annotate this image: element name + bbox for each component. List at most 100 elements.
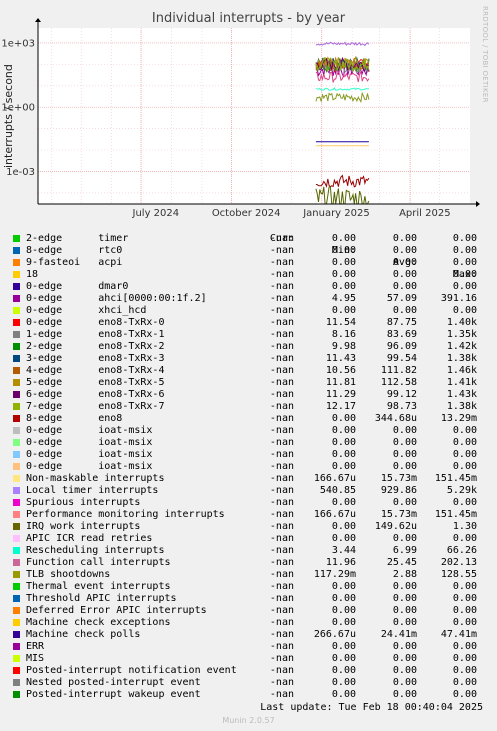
legend-max: 1.46k <box>446 365 477 376</box>
legend-row: Nested posted-interrupt event -nan 0.00 0.0… <box>0 677 497 689</box>
legend-swatch <box>13 451 20 458</box>
legend-max: 13.29m <box>440 413 477 424</box>
y-axis-arrow <box>35 18 41 22</box>
legend-name: Posted-interrupt wakeup event <box>26 689 201 700</box>
legend-swatch <box>13 475 20 482</box>
legend-max: 0.00 <box>452 257 477 268</box>
legend-cur: -nan <box>269 545 294 556</box>
plot-area <box>38 28 470 204</box>
legend-avg: 0.00 <box>392 461 417 472</box>
legend-min: 0.00 <box>331 437 356 448</box>
legend-max: 0.00 <box>452 677 477 688</box>
legend-swatch <box>13 307 20 314</box>
legend-max: 5.29k <box>446 485 477 496</box>
x-tick-label: October 2024 <box>212 208 281 219</box>
legend-name: 2-edge timer <box>26 233 129 244</box>
legend-avg: 99.12 <box>386 389 417 400</box>
legend-name: 0-edge ioat-msix <box>26 461 153 472</box>
legend-cur: -nan <box>269 557 294 568</box>
legend-min: 0.00 <box>331 413 356 424</box>
legend-name: Machine check polls <box>26 629 141 640</box>
legend-cur: -nan <box>269 617 294 628</box>
legend-min: 0.00 <box>331 689 356 700</box>
legend-name: 0-edge xhci_hcd <box>26 305 147 316</box>
legend-swatch <box>13 643 20 650</box>
legend-min: 11.96 <box>325 557 356 568</box>
legend-row: 0-edge ioat-msix -nan 0.00 0.00 0.00 <box>0 461 497 473</box>
legend-avg: 83.69 <box>386 329 417 340</box>
legend-swatch <box>13 607 20 614</box>
x-tick-label: April 2025 <box>399 208 450 219</box>
legend-cur: -nan <box>269 569 294 580</box>
legend-row: Machine check polls -nan 266.67u 24.41m 47.4… <box>0 629 497 641</box>
legend-name: APIC ICR read retries <box>26 533 153 544</box>
legend-max: 1.30 <box>452 521 477 532</box>
legend-swatch <box>13 535 20 542</box>
legend-min: 0.00 <box>331 461 356 472</box>
legend-max: 0.00 <box>452 281 477 292</box>
legend-max: 391.16 <box>440 293 477 304</box>
legend-cur: -nan <box>269 377 294 388</box>
legend-row: APIC ICR read retries -nan 0.00 0.00 0.00 <box>0 533 497 545</box>
legend-min: 0.00 <box>331 677 356 688</box>
legend-swatch <box>13 235 20 242</box>
legend-swatch <box>13 571 20 578</box>
legend-row: Threshold APIC interrupts -nan 0.00 0.00 0.0… <box>0 593 497 605</box>
legend-max: 0.00 <box>452 533 477 544</box>
legend-cur: -nan <box>269 413 294 424</box>
legend-avg: 0.00 <box>392 269 417 280</box>
legend-cur: -nan <box>269 341 294 352</box>
legend-avg: 0.00 <box>392 257 417 268</box>
legend-row: 18 -nan 0.00 0.00 0.00 <box>0 269 497 281</box>
legend-row: Spurious interrupts -nan 0.00 0.00 0.00 <box>0 497 497 509</box>
legend-row: Non-maskable interrupts -nan 166.67u 15.73m… <box>0 473 497 485</box>
legend-max: 47.41m <box>440 629 477 640</box>
legend-cur: -nan <box>269 533 294 544</box>
y-tick-label: 1e+00 <box>1 103 35 114</box>
legend-cur: -nan <box>269 353 294 364</box>
legend-header: Cur: Min: Avg: Max: <box>0 221 497 280</box>
legend-cur: -nan <box>269 245 294 256</box>
legend-swatch <box>13 595 20 602</box>
legend-cur: -nan <box>269 497 294 508</box>
y-tick-label: 1e-03 <box>6 167 35 178</box>
legend-cur: -nan <box>269 641 294 652</box>
chart-plot: 1e+03 1e+00 1e-03 July 2024 October 2024 Janu… <box>1 18 480 219</box>
legend-min: 0.00 <box>331 233 356 244</box>
legend-swatch <box>13 427 20 434</box>
legend-cur: -nan <box>269 473 294 484</box>
legend-name: 0-edge ioat-msix <box>26 449 153 460</box>
legend-row: Function call interrupts -nan 11.96 25.45 20… <box>0 557 497 569</box>
legend-name: 8-edge rtc0 <box>26 245 123 256</box>
legend-min: 0.00 <box>331 533 356 544</box>
legend-name: 1-edge eno8-TxRx-1 <box>26 329 165 340</box>
legend-row: TLB shootdowns -nan 117.29m 2.88 128.55 <box>0 569 497 581</box>
legend-name: 0-edge ioat-msix <box>26 437 153 448</box>
legend-avg: 25.45 <box>386 557 417 568</box>
legend-cur: -nan <box>269 317 294 328</box>
legend-min: 11.43 <box>325 353 356 364</box>
legend-swatch <box>13 247 20 254</box>
legend-row: ERR -nan 0.00 0.00 0.00 <box>0 641 497 653</box>
legend-min: 0.00 <box>331 605 356 616</box>
legend-avg: 0.00 <box>392 665 417 676</box>
legend-cur: -nan <box>269 233 294 244</box>
legend-swatch <box>13 619 20 626</box>
legend-name: Threshold APIC interrupts <box>26 593 177 604</box>
legend-min: 11.29 <box>325 389 356 400</box>
legend-cur: -nan <box>269 689 294 700</box>
legend-min: 0.00 <box>331 257 356 268</box>
legend-min: 11.54 <box>325 317 356 328</box>
legend-max: 1.43k <box>446 389 477 400</box>
legend-min: 117.29m <box>313 569 356 580</box>
legend-name: 0-edge dmar0 <box>26 281 129 292</box>
legend-max: 0.00 <box>452 245 477 256</box>
legend-avg: 0.00 <box>392 245 417 256</box>
legend-max: 0.00 <box>452 593 477 604</box>
legend-avg: 0.00 <box>392 233 417 244</box>
legend-swatch <box>13 379 20 386</box>
legend-max: 66.26 <box>446 545 477 556</box>
legend-min: 0.00 <box>331 305 356 316</box>
legend-name: 8-edge eno8 <box>26 413 123 424</box>
legend-avg: 0.00 <box>392 677 417 688</box>
